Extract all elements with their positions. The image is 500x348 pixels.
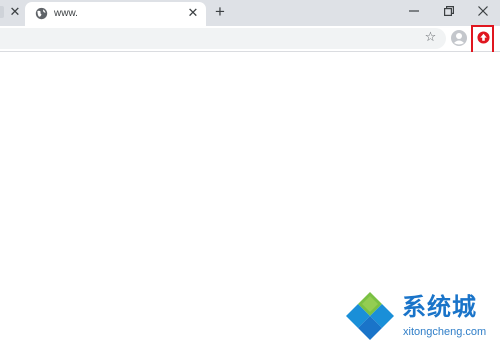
minimize-icon	[409, 10, 419, 12]
close-icon	[478, 6, 488, 16]
tab-close-icon[interactable]: ✕	[186, 5, 200, 21]
window-close-button[interactable]	[467, 0, 499, 22]
tab-active[interactable]: www. ✕	[25, 2, 206, 26]
watermark-text: 系统城	[402, 294, 477, 321]
xitongcheng-logo	[346, 292, 394, 340]
watermark-url: xitongcheng.com	[403, 326, 487, 338]
minimize-button[interactable]	[398, 0, 430, 22]
previous-tab-edge[interactable]	[0, 6, 4, 18]
previous-tab-close-icon[interactable]: ✕	[8, 4, 22, 20]
browser-toolbar: ☆	[0, 26, 500, 52]
tab-strip: ✕ www. ✕ +	[0, 0, 500, 26]
address-bar[interactable]	[0, 28, 446, 49]
tab-title: www.	[54, 8, 78, 19]
profile-icon[interactable]	[451, 30, 467, 46]
restore-icon	[444, 6, 454, 17]
globe-icon	[35, 7, 48, 20]
bookmark-star-icon[interactable]: ☆	[423, 29, 438, 44]
new-tab-button[interactable]: +	[211, 3, 229, 21]
restore-button[interactable]	[433, 0, 465, 22]
